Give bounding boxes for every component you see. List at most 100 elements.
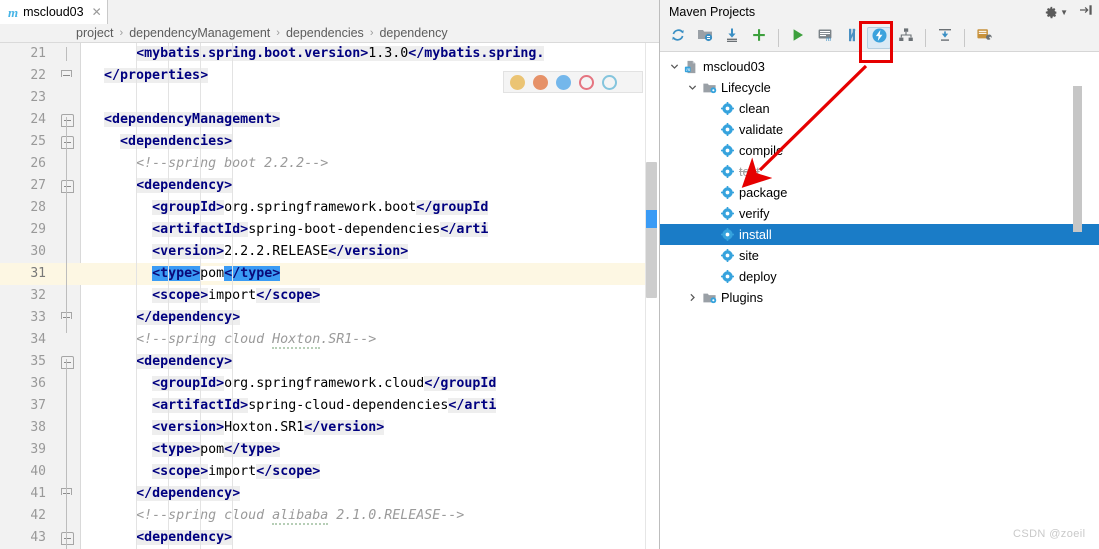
collapse-all-button[interactable] <box>933 27 957 49</box>
code-line[interactable]: 32<scope>import</scope> <box>0 285 660 307</box>
code-line[interactable]: 34<!--spring cloud Hoxton.SR1--> <box>0 329 660 351</box>
breadcrumb[interactable]: project›dependencyManagement›dependencie… <box>0 24 660 43</box>
code-text[interactable]: <scope>import</scope> <box>152 285 320 307</box>
code-line[interactable]: 33</dependency> <box>0 307 660 329</box>
maven-tree-item-site[interactable]: site <box>660 245 1099 266</box>
generate-sources-icon <box>697 27 713 48</box>
safari-icon[interactable] <box>556 75 571 90</box>
code-text[interactable]: <mybatis.spring.boot.version>1.3.0</myba… <box>136 43 544 65</box>
fold-marker-start[interactable] <box>61 532 74 545</box>
generate-sources-and-update-folders-button[interactable] <box>693 27 717 49</box>
reimport-all-maven-projects-button[interactable] <box>666 27 690 49</box>
breadcrumb-item-dependencymanagement[interactable]: dependencyManagement <box>129 26 270 40</box>
code-line[interactable]: 37<artifactId>spring-cloud-dependencies<… <box>0 395 660 417</box>
chevron-down-icon[interactable] <box>668 60 681 73</box>
maven-tree-item-clean[interactable]: clean <box>660 98 1099 119</box>
code-text[interactable]: <dependencyManagement> <box>104 109 280 131</box>
fold-marker-end[interactable] <box>61 488 74 501</box>
fold-marker-start[interactable] <box>61 114 74 127</box>
code-line[interactable]: 36<groupId>org.springframework.cloud</gr… <box>0 373 660 395</box>
code-text[interactable]: <type>pom</type> <box>152 439 280 461</box>
code-text[interactable]: <!--spring cloud alibaba 2.1.0.RELEASE--… <box>136 505 464 527</box>
chrome-icon[interactable] <box>510 75 525 90</box>
code-line[interactable]: 26<!--spring boot 2.2.2--> <box>0 153 660 175</box>
breadcrumb-item-project[interactable]: project <box>76 26 114 40</box>
maven-tree-item-lifecycle[interactable]: Lifecycle <box>660 77 1099 98</box>
code-line[interactable]: 24<dependencyManagement> <box>0 109 660 131</box>
code-line[interactable]: 28<groupId>org.springframework.boot</gro… <box>0 197 660 219</box>
code-text[interactable]: <groupId>org.springframework.cloud</grou… <box>152 373 496 395</box>
execute-maven-goal-button[interactable]: m <box>813 27 837 49</box>
maven-tree-item-plugins[interactable]: Plugins <box>660 287 1099 308</box>
fold-marker-end[interactable] <box>61 70 74 83</box>
code-editor-area[interactable]: 21<mybatis.spring.boot.version>1.3.0</my… <box>0 43 660 549</box>
maven-tree-item-verify[interactable]: verify <box>660 203 1099 224</box>
line-number: 29 <box>0 219 46 241</box>
fold-marker-start[interactable] <box>61 180 74 193</box>
code-line[interactable]: 30<version>2.2.2.RELEASE</version> <box>0 241 660 263</box>
browser-preview-popup[interactable] <box>503 71 643 93</box>
fold-marker-start[interactable] <box>61 356 74 369</box>
code-text[interactable]: <groupId>org.springframework.boot</group… <box>152 197 488 219</box>
code-text[interactable]: <version>Hoxton.SR1</version> <box>152 417 384 439</box>
maven-tree-item-validate[interactable]: validate <box>660 119 1099 140</box>
code-line[interactable]: 21<mybatis.spring.boot.version>1.3.0</my… <box>0 43 660 65</box>
annotation-highlight-box <box>859 21 893 63</box>
settings-gear-icon[interactable]: ▼ <box>1045 6 1068 19</box>
code-text[interactable]: <artifactId>spring-cloud-dependencies</a… <box>152 395 496 417</box>
code-line[interactable]: 39<type>pom</type> <box>0 439 660 461</box>
code-line[interactable]: 38<version>Hoxton.SR1</version> <box>0 417 660 439</box>
code-line[interactable]: 42<!--spring cloud alibaba 2.1.0.RELEASE… <box>0 505 660 527</box>
indent-guide <box>232 43 233 549</box>
chevron-right-icon[interactable] <box>686 291 699 304</box>
maven-tree-item-deploy[interactable]: deploy <box>660 266 1099 287</box>
code-line[interactable]: 41</dependency> <box>0 483 660 505</box>
maven-project-tree[interactable]: mmscloud03Lifecyclecleanvalidatecompilet… <box>660 52 1099 549</box>
code-token: spring-cloud-dependencies <box>248 398 448 413</box>
show-dependencies-button[interactable] <box>894 27 918 49</box>
code-line[interactable]: 27 <dependency> <box>0 175 660 197</box>
code-text[interactable]: <type>pom</type> <box>152 263 280 285</box>
code-text[interactable]: <!--spring cloud Hoxton.SR1--> <box>136 329 376 351</box>
code-line[interactable]: 35<dependency> <box>0 351 660 373</box>
fold-marker-start[interactable] <box>61 136 74 149</box>
fold-marker-end[interactable] <box>61 312 74 325</box>
watermark: CSDN @zoeil <box>1013 528 1085 540</box>
maven-tree-item-package[interactable]: package <box>660 182 1099 203</box>
code-text[interactable]: <dependency> <box>136 527 232 549</box>
code-line[interactable]: 25<dependencies> <box>0 131 660 153</box>
code-text[interactable]: <dependency> <box>136 175 232 197</box>
line-number: 27 <box>0 175 46 197</box>
add-maven-projects-button[interactable] <box>747 27 771 49</box>
hide-panel-icon[interactable] <box>1079 3 1093 21</box>
ie-icon[interactable] <box>602 75 617 90</box>
maven-tree-item-compile[interactable]: compile <box>660 140 1099 161</box>
maven-tree-item-test[interactable]: test <box>660 161 1099 182</box>
code-text[interactable]: <dependency> <box>136 351 232 373</box>
code-line[interactable]: 40 <scope>import</scope> <box>0 461 660 483</box>
code-text[interactable]: </properties> <box>104 65 208 87</box>
code-text[interactable]: </dependency> <box>136 307 240 329</box>
maven-settings-button[interactable] <box>972 27 996 49</box>
editor-tab-mscloud03[interactable]: m mscloud03 ✕ <box>0 0 108 24</box>
ide-window: m mscloud03 ✕ project›dependencyManageme… <box>0 0 1099 549</box>
code-line[interactable]: 43<dependency> <box>0 527 660 549</box>
run-maven-build-button[interactable] <box>786 27 810 49</box>
code-text[interactable]: <version>2.2.2.RELEASE</version> <box>152 241 408 263</box>
breadcrumb-item-dependency[interactable]: dependency <box>379 26 447 40</box>
code-text[interactable]: <scope>import</scope> <box>152 461 320 483</box>
opera-icon[interactable] <box>579 75 594 90</box>
download-sources-and-documentation-button[interactable] <box>720 27 744 49</box>
code-line[interactable]: 29 <artifactId>spring-boot-dependencies</… <box>0 219 660 241</box>
firefox-icon[interactable] <box>533 75 548 90</box>
close-icon[interactable]: ✕ <box>92 5 102 19</box>
maven-tree-item-install[interactable]: install <box>660 224 1099 245</box>
code-text[interactable]: </dependency> <box>136 483 240 505</box>
editor-scrollbar-thumb[interactable] <box>646 162 657 298</box>
line-number: 40 <box>0 461 46 483</box>
breadcrumb-item-dependencies[interactable]: dependencies <box>286 26 364 40</box>
code-text[interactable]: <artifactId>spring-boot-dependencies</ar… <box>152 219 488 241</box>
maven-scrollbar-thumb[interactable] <box>1073 86 1082 232</box>
code-line[interactable]: 31<type>pom</type> <box>0 263 660 285</box>
chevron-down-icon[interactable] <box>686 81 699 94</box>
